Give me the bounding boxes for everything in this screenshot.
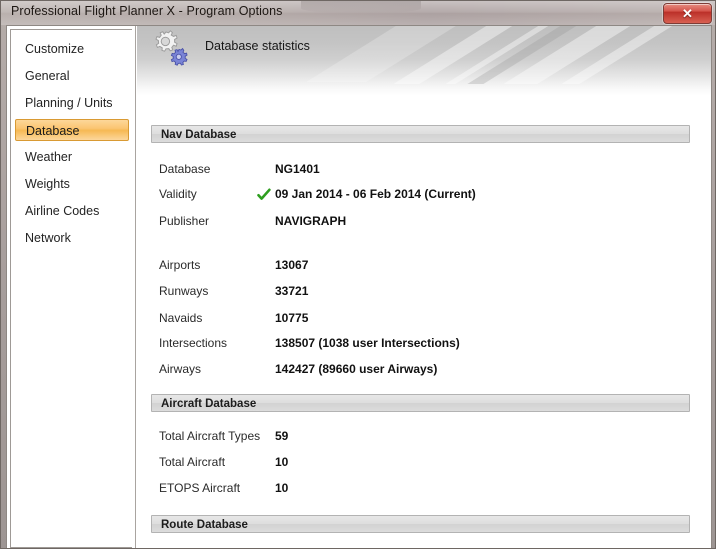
section-header: Route Database: [151, 515, 690, 533]
stat-value: NAVIGRAPH: [275, 214, 347, 228]
sidebar-item-weights[interactable]: Weights: [15, 173, 129, 195]
banner-swoosh-4: [503, 26, 685, 84]
stat-label: Validity: [159, 187, 197, 201]
dialog-body: Customize General Planning / Units Database…: [6, 25, 712, 548]
stat-label: ETOPS Aircraft: [159, 481, 241, 495]
stat-label: Airports: [159, 258, 201, 272]
sidebar-item-planning-units[interactable]: Planning / Units: [15, 92, 129, 114]
options-sidebar: Customize General Planning / Units Database…: [7, 26, 134, 548]
close-icon: ✕: [682, 6, 693, 21]
window-title: Professional Flight Planner X - Program …: [11, 4, 283, 18]
stat-label: Total Aircraft Types: [159, 429, 261, 443]
sidebar-item-airline-codes[interactable]: Airline Codes: [15, 200, 129, 222]
section-title: Nav Database: [161, 129, 237, 141]
sidebar-item-network[interactable]: Network: [15, 227, 129, 249]
program-options-window: Professional Flight Planner X - Program …: [0, 0, 716, 549]
section-header: Nav Database: [151, 125, 690, 143]
stat-value: 10: [275, 481, 289, 495]
stat-value: 13067: [275, 258, 309, 272]
title-bar: Professional Flight Planner X - Program …: [1, 1, 715, 25]
close-button[interactable]: ✕: [663, 3, 712, 24]
banner-swoosh-3: [467, 26, 631, 84]
stat-value: 138507 (1038 user Intersections): [275, 336, 460, 350]
stat-label: Runways: [159, 284, 209, 298]
stat-value: 59: [275, 429, 289, 443]
stat-label: Database: [159, 162, 211, 176]
stat-label: Publisher: [159, 214, 210, 228]
page-title: Database statistics: [205, 39, 310, 53]
section-header: Aircraft Database: [151, 394, 690, 412]
stat-value: 33721: [275, 284, 309, 298]
stat-label: Airways: [159, 362, 202, 376]
banner-swoosh-1: [393, 26, 567, 84]
sidebar-item-customize[interactable]: Customize: [15, 38, 129, 60]
content-banner: Database statistics: [137, 26, 711, 96]
stat-label: Total Aircraft: [159, 455, 226, 469]
stat-value: NG1401: [275, 162, 320, 176]
gears-icon: [155, 30, 188, 66]
valid-check-icon: [257, 188, 271, 200]
banner-swoosh-2: [445, 26, 603, 84]
sidebar-item-weather[interactable]: Weather: [15, 146, 129, 168]
section-title: Aircraft Database: [161, 398, 257, 410]
stat-value: 10775: [275, 311, 309, 325]
stat-label: Intersections: [159, 336, 228, 350]
banner-swoosh-5: [561, 26, 711, 84]
stat-value: 09 Jan 2014 - 06 Feb 2014 (Current): [275, 187, 476, 201]
stat-value: 10: [275, 455, 289, 469]
banner-swoosh-6: [306, 26, 520, 82]
stat-value: 142427 (89660 user Airways): [275, 362, 438, 376]
section-title: Route Database: [161, 519, 248, 531]
sidebar-panel: Customize General Planning / Units Database…: [10, 29, 132, 548]
sidebar-item-database[interactable]: Database: [15, 119, 129, 141]
sidebar-item-general[interactable]: General: [15, 65, 129, 87]
sidebar-divider: [135, 26, 136, 548]
title-bar-glow: [301, 1, 421, 13]
content-pane: Database statistics Nav Database Database…: [137, 26, 711, 548]
stat-label: Navaids: [159, 311, 203, 325]
